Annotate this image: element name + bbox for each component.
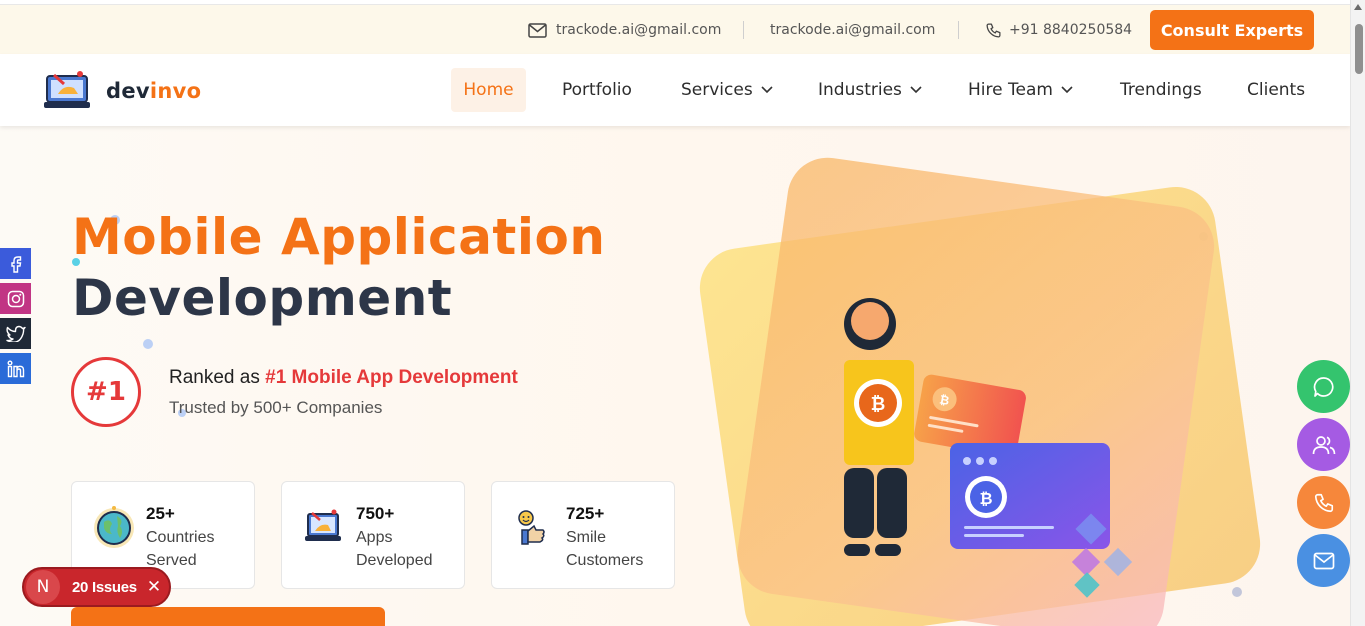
logo-text: devinvo (106, 79, 202, 103)
chevron-down-icon (1061, 86, 1073, 94)
nav-home[interactable]: Home (451, 68, 526, 112)
svg-text:₿: ₿ (871, 394, 886, 415)
rank-subtitle: Trusted by 500+ Companies (169, 398, 383, 417)
phone-text: +91 8840250584 (1009, 22, 1133, 38)
linkedin-link[interactable] (0, 353, 31, 384)
divider (958, 21, 959, 39)
mail-button[interactable] (1297, 534, 1350, 587)
decor-dot (143, 339, 153, 349)
phone-icon (1314, 493, 1333, 512)
twitter-icon (5, 325, 26, 342)
email-text-1: trackode.ai@gmail.com (556, 22, 722, 38)
globe-icon (94, 506, 134, 548)
stat-value: 25+ (146, 504, 175, 523)
hero-title-line1: Mobile Application (72, 208, 606, 266)
scroll-up-arrow[interactable] (1354, 4, 1362, 10)
nav-trendings[interactable]: Trendings (1120, 68, 1202, 112)
linkedin-icon (7, 360, 24, 377)
nav-portfolio-label: Portfolio (562, 80, 632, 100)
stat-label: Countries Served (146, 529, 215, 569)
twitter-link[interactable] (0, 318, 31, 349)
nav-hire-team-label: Hire Team (968, 80, 1053, 100)
nav-clients-label: Clients (1247, 80, 1306, 100)
mail-icon (1313, 552, 1334, 569)
nav-industries[interactable]: Industries (818, 68, 922, 112)
nav-industries-label: Industries (818, 80, 902, 100)
logo[interactable]: devinvo (44, 70, 201, 112)
scrollbar-thumb[interactable] (1355, 24, 1363, 74)
issues-label: 20 Issues (72, 578, 137, 596)
chat-icon (1313, 376, 1334, 397)
laptop-icon (305, 509, 341, 541)
mail-icon (528, 22, 547, 38)
instagram-link[interactable] (0, 283, 31, 314)
top-contact-bar: trackode.ai@gmail.com trackode.ai@gmail.… (0, 4, 1350, 54)
stat-card-apps: 750+ Apps Developed (281, 481, 465, 589)
stat-value: 750+ (356, 504, 395, 523)
hero-illustration: ₿ ₿ ₿ (699, 157, 1261, 626)
logo-laptop-icon (44, 71, 90, 108)
chevron-down-icon (761, 86, 773, 94)
facebook-link[interactable] (0, 248, 31, 279)
nav-trendings-label: Trendings (1120, 80, 1202, 100)
page-scrollbar[interactable] (1350, 0, 1365, 626)
team-icon (1312, 435, 1335, 454)
nav-home-label: Home (463, 80, 514, 100)
rank-statement: Ranked as #1 Mobile App Development (169, 367, 518, 388)
team-button[interactable] (1297, 418, 1350, 471)
call-button[interactable] (1297, 476, 1350, 529)
issues-indicator[interactable]: N 20 Issues ✕ (22, 567, 171, 607)
rank-badge: #1 (71, 357, 141, 427)
hero-section: Mobile Application Development #1 Ranked… (0, 126, 1350, 626)
nav-clients[interactable]: Clients (1247, 68, 1305, 112)
issues-badge: N (26, 570, 60, 604)
thumbs-up-icon (518, 510, 545, 545)
phone-contact[interactable]: +91 8840250584 (985, 5, 1132, 55)
close-icon[interactable]: ✕ (147, 577, 161, 597)
email-contact-1[interactable]: trackode.ai@gmail.com (528, 5, 721, 55)
divider (743, 21, 744, 39)
stat-label: Apps Developed (356, 529, 433, 569)
nav-services[interactable]: Services (681, 68, 773, 112)
consult-experts-button[interactable]: Consult Experts (1150, 10, 1314, 50)
svg-text:₿: ₿ (979, 489, 992, 508)
nav-hire-team[interactable]: Hire Team (968, 68, 1073, 112)
chat-button[interactable] (1297, 360, 1350, 413)
instagram-icon (7, 290, 24, 307)
phone-icon (986, 22, 1001, 38)
stat-label: Smile Customers (566, 529, 644, 569)
email-text-2: trackode.ai@gmail.com (770, 22, 936, 38)
stat-card-customers: 725+ Smile Customers (491, 481, 675, 589)
email-contact-2[interactable]: trackode.ai@gmail.com (770, 5, 935, 55)
nav-portfolio[interactable]: Portfolio (562, 68, 632, 112)
facebook-icon (10, 255, 21, 273)
hero-cta-button[interactable] (71, 607, 385, 626)
stat-value: 725+ (566, 504, 605, 523)
chevron-down-icon (910, 86, 922, 94)
main-navbar: devinvo Home Portfolio Services Industri… (0, 54, 1350, 126)
nav-services-label: Services (681, 80, 753, 100)
hero-title-line2: Development (72, 269, 453, 327)
